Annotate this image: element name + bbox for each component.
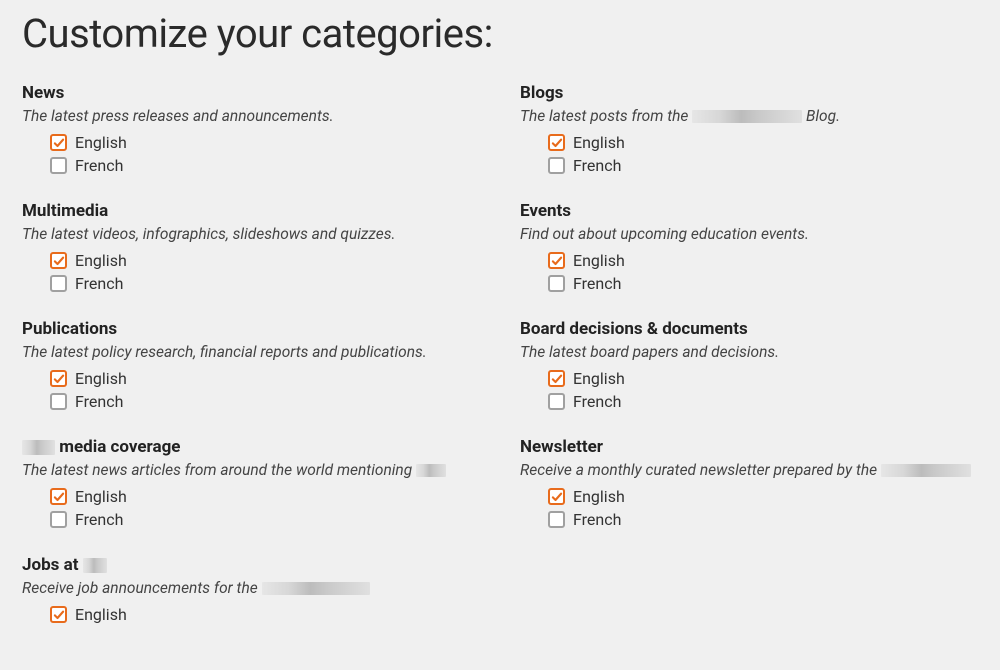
option-label: English [573, 133, 625, 152]
category-title: Multimedia [22, 201, 480, 221]
option-label: English [573, 369, 625, 388]
category-description: The latest posts from the Blog. [520, 107, 978, 125]
redacted-text [22, 440, 55, 455]
category-title: Publications [22, 319, 480, 339]
category-description: Receive job announcements for the [22, 579, 480, 597]
category-description: The latest videos, infographics, slidesh… [22, 225, 480, 243]
category: News The latest press releases and announ… [22, 83, 480, 175]
category: media coverage The latest news articles f… [22, 437, 480, 529]
checkbox[interactable] [548, 275, 565, 292]
category-title: Newsletter [520, 437, 978, 457]
language-option-french[interactable]: French [50, 274, 480, 293]
checkbox[interactable] [548, 157, 565, 174]
option-label: French [573, 156, 621, 175]
option-label: English [75, 251, 127, 270]
language-option-english[interactable]: English [50, 369, 480, 388]
option-label: English [75, 133, 127, 152]
category-description: The latest board papers and decisions. [520, 343, 978, 361]
language-option-french[interactable]: French [50, 156, 480, 175]
checkbox[interactable] [50, 370, 67, 387]
checkbox[interactable] [50, 488, 67, 505]
language-option-english[interactable]: English [50, 251, 480, 270]
checkbox[interactable] [548, 370, 565, 387]
category-options: English French [520, 133, 978, 175]
option-label: French [75, 510, 123, 529]
option-label: French [75, 392, 123, 411]
category-options: English French [22, 369, 480, 411]
page-title: Customize your categories: [22, 10, 978, 57]
language-option-english[interactable]: English [50, 605, 480, 624]
category-options: English French [22, 251, 480, 293]
language-option-french[interactable]: French [548, 274, 978, 293]
category-options: English French [520, 487, 978, 529]
redacted-text [262, 582, 370, 595]
checkbox[interactable] [50, 157, 67, 174]
checkbox[interactable] [548, 252, 565, 269]
category-options: English [22, 605, 480, 624]
category-title: News [22, 83, 480, 103]
language-option-french[interactable]: French [548, 156, 978, 175]
language-option-english[interactable]: English [548, 487, 978, 506]
category: Blogs The latest posts from the Blog. Engl… [520, 83, 978, 175]
option-label: English [573, 251, 625, 270]
category-title: Board decisions & documents [520, 319, 978, 339]
category-options: English French [22, 487, 480, 529]
category-options: English French [520, 369, 978, 411]
category-title: Blogs [520, 83, 978, 103]
option-label: French [573, 392, 621, 411]
checkbox[interactable] [50, 252, 67, 269]
option-label: English [75, 605, 127, 624]
category-title: media coverage [22, 437, 480, 457]
language-option-french[interactable]: French [50, 510, 480, 529]
category-description: The latest policy research, financial re… [22, 343, 480, 361]
checkbox[interactable] [50, 511, 67, 528]
option-label: English [75, 369, 127, 388]
redacted-text [83, 558, 107, 573]
checkbox[interactable] [50, 606, 67, 623]
category-description: The latest news articles from around the… [22, 461, 480, 479]
category: Publications The latest policy research, … [22, 319, 480, 411]
category-options: English French [22, 133, 480, 175]
checkbox[interactable] [548, 488, 565, 505]
checkbox[interactable] [50, 275, 67, 292]
language-option-english[interactable]: English [50, 487, 480, 506]
language-option-french[interactable]: French [548, 392, 978, 411]
category: Board decisions & documents The latest bo… [520, 319, 978, 411]
option-label: French [573, 510, 621, 529]
checkbox[interactable] [50, 393, 67, 410]
category: Newsletter Receive a monthly curated news… [520, 437, 978, 529]
category: Jobs at Receive job announcements for th… [22, 555, 480, 624]
checkbox[interactable] [548, 393, 565, 410]
language-option-english[interactable]: English [548, 251, 978, 270]
category: Events Find out about upcoming education … [520, 201, 978, 293]
category-title: Jobs at [22, 555, 480, 575]
option-label: French [75, 274, 123, 293]
category-description: Find out about upcoming education events… [520, 225, 978, 243]
option-label: English [573, 487, 625, 506]
category-options: English French [520, 251, 978, 293]
option-label: French [573, 274, 621, 293]
language-option-english[interactable]: English [548, 133, 978, 152]
category-description: Receive a monthly curated newsletter pre… [520, 461, 978, 479]
left-column: News The latest press releases and announ… [22, 83, 480, 650]
option-label: English [75, 487, 127, 506]
language-option-french[interactable]: French [50, 392, 480, 411]
language-option-english[interactable]: English [50, 133, 480, 152]
language-option-english[interactable]: English [548, 369, 978, 388]
checkbox[interactable] [548, 511, 565, 528]
category: Multimedia The latest videos, infographic… [22, 201, 480, 293]
category-columns: News The latest press releases and announ… [22, 83, 978, 650]
checkbox[interactable] [50, 134, 67, 151]
category-title: Events [520, 201, 978, 221]
right-column: Blogs The latest posts from the Blog. Engl… [520, 83, 978, 650]
option-label: French [75, 156, 123, 175]
checkbox[interactable] [548, 134, 565, 151]
redacted-text [416, 464, 446, 477]
redacted-text [692, 110, 802, 123]
redacted-text [881, 464, 971, 477]
category-description: The latest press releases and announceme… [22, 107, 480, 125]
language-option-french[interactable]: French [548, 510, 978, 529]
